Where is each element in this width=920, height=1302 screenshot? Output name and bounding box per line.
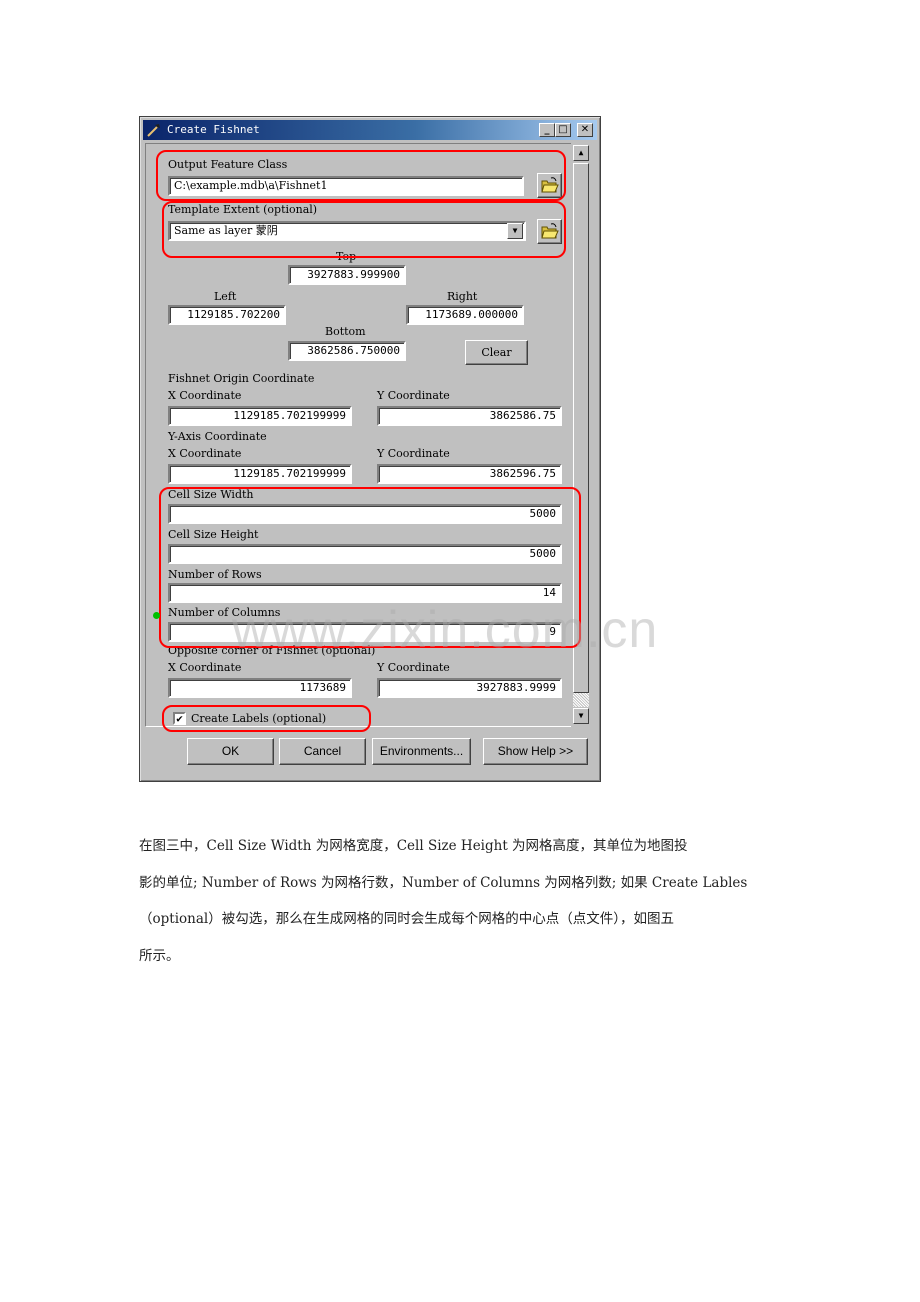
clear-button[interactable]: Clear (465, 340, 528, 365)
opposite-corner-label: Opposite corner of Fishnet (optional) (168, 644, 376, 657)
opposite-y-input[interactable]: 3927883.9999 (377, 678, 562, 698)
hammer-icon (147, 124, 160, 137)
top-label: Top (336, 250, 357, 263)
origin-x-label: X Coordinate (168, 389, 242, 402)
origin-y-label: Y Coordinate (377, 389, 450, 402)
y-axis-y-label: Y Coordinate (377, 447, 450, 460)
open-folder-icon (541, 223, 559, 239)
fishnet-origin-label: Fishnet Origin Coordinate (168, 372, 315, 385)
number-of-rows-label: Number of Rows (168, 568, 262, 581)
left-input[interactable]: 1129185.702200 (168, 305, 286, 325)
anchor-marker (153, 612, 160, 619)
arrow-up-icon: ▲ (578, 148, 584, 157)
dialog-title: Create Fishnet (167, 123, 260, 136)
scroll-thumb[interactable] (573, 163, 589, 693)
vertical-scrollbar[interactable]: ▲ ▼ (571, 143, 591, 727)
close-icon: ✕ (580, 124, 590, 135)
create-labels-label[interactable]: Create Labels (optional) (191, 712, 326, 725)
checkmark-icon: ✔ (176, 712, 183, 725)
opposite-x-label: X Coordinate (168, 661, 242, 674)
open-folder-icon (541, 177, 559, 193)
paragraph-line: 所示。 (139, 947, 180, 964)
minimize-icon: _ (544, 124, 550, 135)
scroll-track[interactable] (573, 693, 589, 707)
browse-template-button[interactable] (537, 219, 562, 244)
paragraph-line: （optional）被勾选，那么在生成网格的同时会生成每个网格的中心点（点文件）… (139, 911, 674, 927)
close-button[interactable]: ✕ (577, 123, 593, 137)
show-help-button[interactable]: Show Help >> (483, 738, 588, 765)
y-axis-label: Y-Axis Coordinate (168, 430, 267, 443)
y-axis-x-input[interactable]: 1129185.702199999 (168, 464, 352, 484)
left-label: Left (214, 290, 237, 303)
chevron-down-icon: ▼ (512, 226, 518, 235)
browse-output-button[interactable] (537, 173, 562, 198)
cell-size-height-input[interactable]: 5000 (168, 544, 562, 564)
cell-size-height-label: Cell Size Height (168, 528, 259, 541)
scroll-up-button[interactable]: ▲ (573, 145, 589, 161)
origin-x-input[interactable]: 1129185.702199999 (168, 406, 352, 426)
template-extent-dropdown[interactable]: Same as layer 蒙阴 (168, 221, 526, 241)
right-input[interactable]: 1173689.000000 (406, 305, 524, 325)
arrow-down-icon: ▼ (578, 711, 584, 720)
output-feature-class-label: Output Feature Class (168, 158, 288, 171)
number-of-columns-label: Number of Columns (168, 606, 281, 619)
number-of-rows-input[interactable]: 14 (168, 583, 562, 603)
ok-button[interactable]: OK (187, 738, 274, 765)
paragraph-line: 影的单位; Number of Rows 为网格行数，Number of Col… (139, 874, 748, 891)
origin-y-input[interactable]: 3862586.75 (377, 406, 562, 426)
bottom-label: Bottom (325, 325, 366, 338)
bottom-input[interactable]: 3862586.750000 (288, 341, 406, 361)
maximize-icon: □ (558, 124, 568, 135)
cancel-button[interactable]: Cancel (279, 738, 366, 765)
create-fishnet-dialog: Create Fishnet _ □ ✕ ▲ ▼ Output Feature … (139, 116, 601, 782)
title-bar[interactable]: Create Fishnet _ □ ✕ (143, 120, 597, 140)
template-extent-dropdown-button[interactable]: ▼ (507, 223, 523, 239)
cell-size-width-label: Cell Size Width (168, 488, 254, 501)
opposite-y-label: Y Coordinate (377, 661, 450, 674)
maximize-button[interactable]: □ (555, 123, 571, 137)
minimize-button[interactable]: _ (539, 123, 555, 137)
right-label: Right (447, 290, 478, 303)
y-axis-x-label: X Coordinate (168, 447, 242, 460)
opposite-x-input[interactable]: 1173689 (168, 678, 352, 698)
y-axis-y-input[interactable]: 3862596.75 (377, 464, 562, 484)
output-feature-class-input[interactable]: C:\example.mdb\a\Fishnet1 (168, 176, 524, 196)
cell-size-width-input[interactable]: 5000 (168, 504, 562, 524)
create-labels-checkbox[interactable]: ✔ (173, 712, 186, 725)
description-paragraph: 在图三中，Cell Size Width 为网格宽度，Cell Size Hei… (139, 828, 809, 974)
top-input[interactable]: 3927883.999900 (288, 265, 406, 285)
template-extent-label: Template Extent (optional) (168, 203, 318, 216)
environments-button[interactable]: Environments... (372, 738, 471, 765)
number-of-columns-input[interactable]: 9 (168, 622, 562, 642)
paragraph-line: 在图三中，Cell Size Width 为网格宽度，Cell Size Hei… (139, 838, 688, 854)
scroll-down-button[interactable]: ▼ (573, 708, 589, 724)
